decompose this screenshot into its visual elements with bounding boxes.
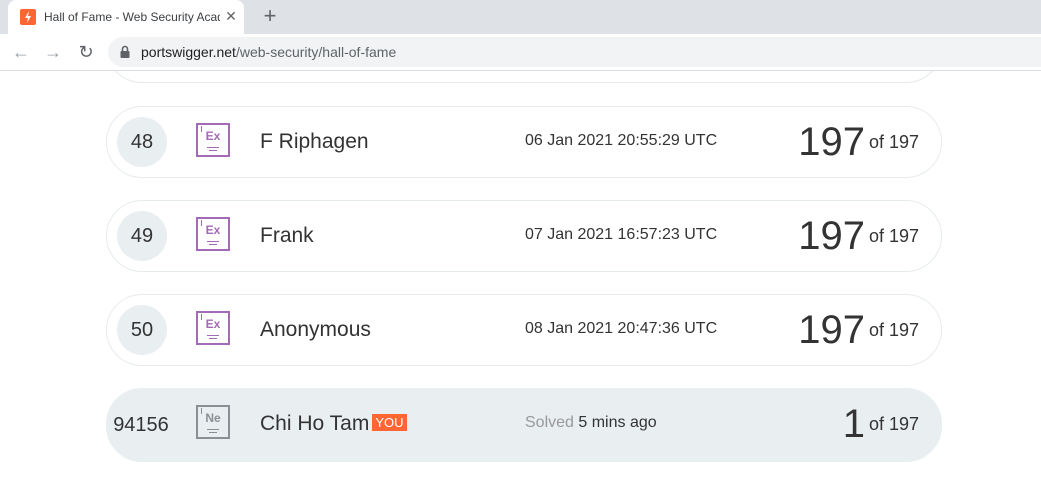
tab-title: Hall of Fame - Web Security Academy — [44, 10, 220, 24]
solved-prefix: Solved — [525, 414, 574, 431]
solved-time: Solved 5 mins ago — [525, 414, 657, 432]
reload-icon[interactable]: ↻ — [75, 41, 97, 63]
expert-level-icon: Ex — [196, 123, 230, 157]
total-count: of 197 — [868, 132, 919, 152]
leaderboard-row: 50 Ex Anonymous 08 Jan 2021 20:47:36 UTC… — [106, 294, 942, 366]
hall-of-fame-list: 48 Ex F Riphagen 06 Jan 2021 20:55:29 UT… — [0, 71, 1041, 504]
badge-symbol: Ex — [205, 129, 221, 143]
rank-number: 50 — [117, 305, 167, 355]
completion-time: 07 Jan 2021 16:57:23 UTC — [525, 226, 718, 243]
portswigger-favicon-icon — [20, 9, 36, 25]
leaderboard-row: 48 Ex F Riphagen 06 Jan 2021 20:55:29 UT… — [106, 106, 942, 178]
url-path: /web-security/hall-of-fame — [235, 44, 397, 60]
leaderboard-row: 49 Ex Frank 07 Jan 2021 16:57:23 UTC 197… — [106, 200, 942, 272]
rank-number: 94156 — [113, 414, 169, 436]
expert-level-icon: Ex — [196, 311, 230, 345]
url-text: portswigger.net/web-security/hall-of-fam… — [141, 44, 396, 60]
total-count: of 197 — [868, 320, 919, 340]
badge-symbol: Ex — [205, 223, 221, 237]
solved-count: 197 — [798, 214, 865, 258]
player-name: Chi Ho Tam YOU — [260, 412, 407, 436]
score: 1 of 197 — [843, 402, 919, 447]
badge-symbol: Ex — [205, 317, 221, 331]
completion-time: 06 Jan 2021 20:55:29 UTC — [525, 132, 718, 149]
player-name: Anonymous — [260, 318, 371, 341]
player-name-text: Chi Ho Tam — [260, 412, 370, 435]
expert-level-icon: Ex — [196, 217, 230, 251]
leaderboard-row-partial — [106, 71, 942, 83]
back-icon[interactable]: ← — [10, 41, 32, 63]
score: 197 of 197 — [798, 308, 919, 353]
score: 197 of 197 — [798, 120, 919, 165]
total-count: of 197 — [868, 414, 919, 434]
total-count: of 197 — [868, 226, 919, 246]
player-name: Frank — [260, 224, 314, 247]
completion-time: 08 Jan 2021 20:47:36 UTC — [525, 320, 718, 337]
new-tab-button[interactable]: + — [259, 5, 281, 27]
solved-ago: 5 mins ago — [578, 414, 657, 431]
novice-level-icon: Ne — [196, 405, 230, 439]
rank-number: 48 — [117, 117, 167, 167]
score: 197 of 197 — [798, 214, 919, 259]
close-tab-icon[interactable]: ✕ — [223, 8, 239, 24]
browser-toolbar: ← → ↻ portswigger.net/web-security/hall-… — [0, 34, 1041, 71]
solved-count: 197 — [798, 308, 865, 352]
player-name: F Riphagen — [260, 130, 369, 153]
address-bar[interactable]: portswigger.net/web-security/hall-of-fam… — [108, 37, 1041, 67]
browser-tab[interactable]: Hall of Fame - Web Security Academy ✕ — [8, 0, 244, 34]
badge-symbol: Ne — [205, 411, 221, 425]
url-host: portswigger.net — [141, 44, 236, 60]
you-badge: YOU — [372, 414, 407, 431]
current-user-row: 94156 Ne Chi Ho Tam YOU Solved 5 mins ago… — [106, 388, 942, 462]
solved-count: 197 — [798, 120, 865, 164]
lock-icon[interactable] — [120, 45, 130, 59]
forward-icon[interactable]: → — [42, 41, 64, 63]
tab-strip: Hall of Fame - Web Security Academy ✕ + — [0, 0, 1041, 34]
solved-count: 1 — [842, 402, 865, 446]
rank-number: 49 — [117, 211, 167, 261]
